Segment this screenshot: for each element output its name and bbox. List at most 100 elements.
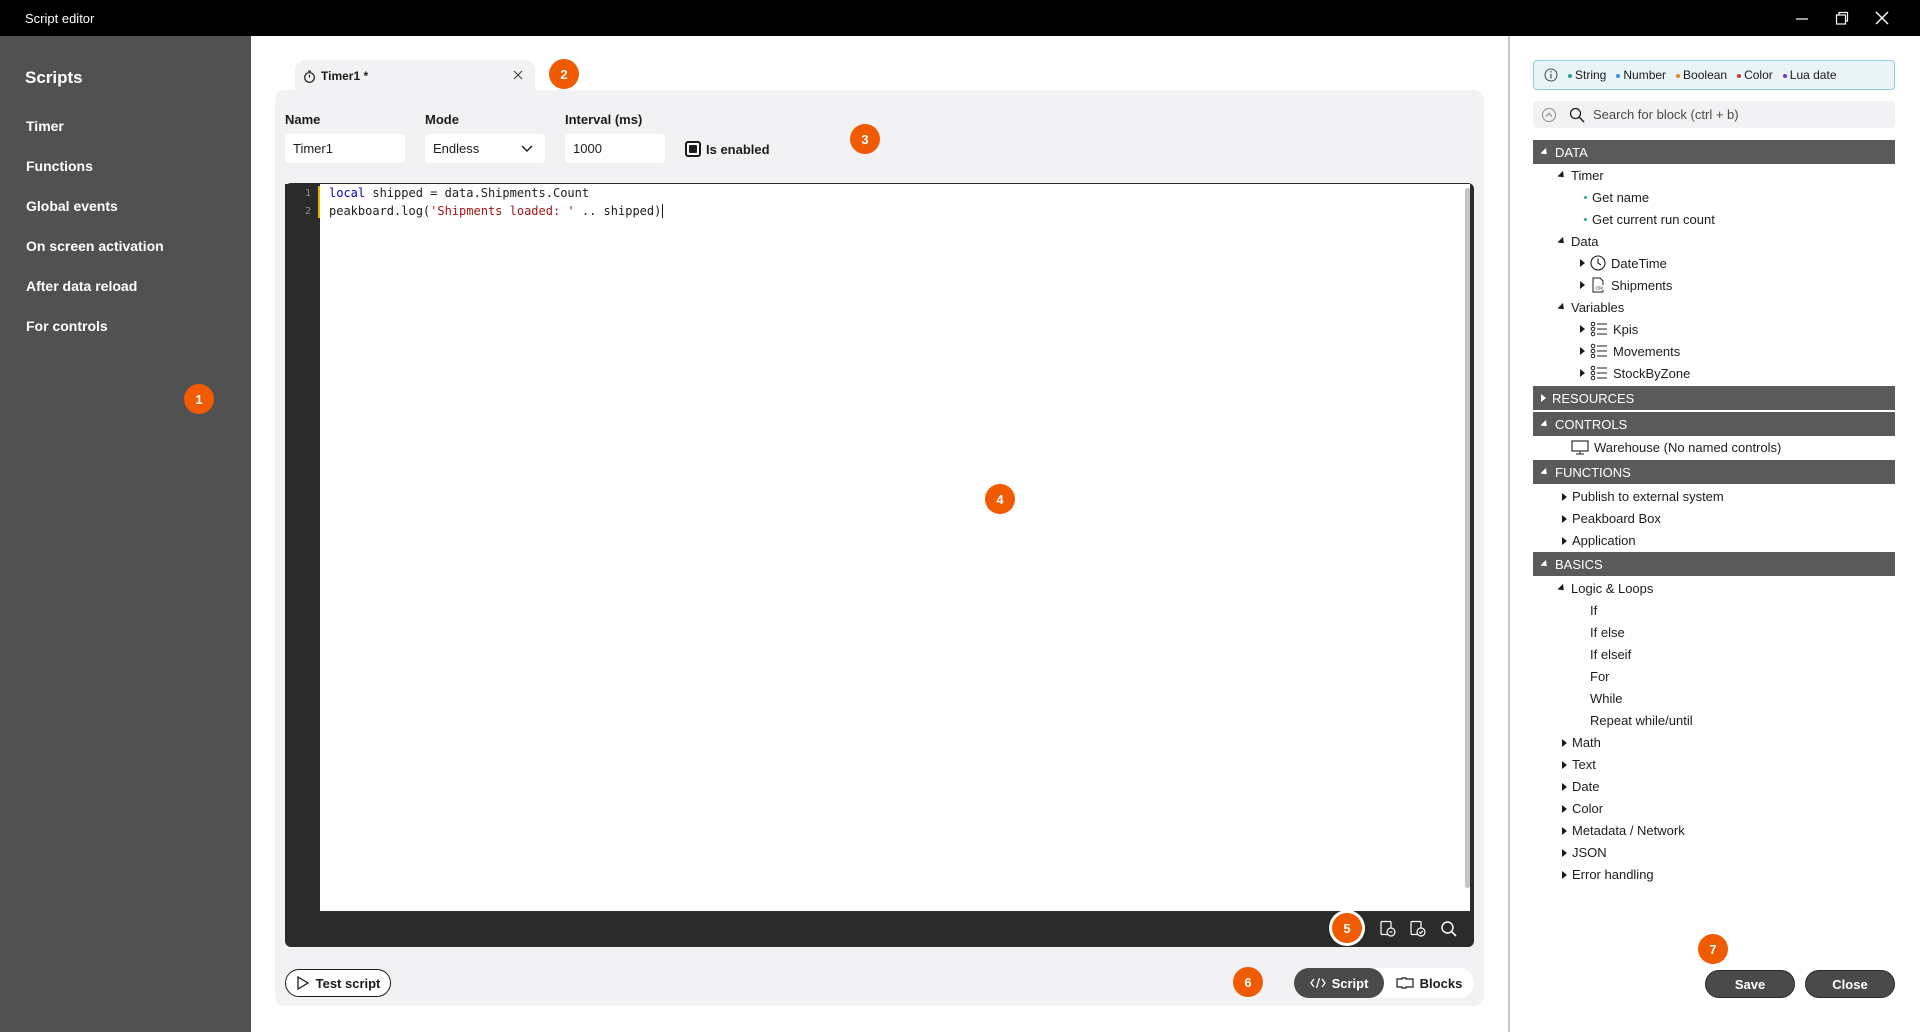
tree-node-color[interactable]: Color: [1562, 801, 1603, 816]
section-resources[interactable]: RESOURCES: [1533, 386, 1895, 410]
tree-node-text[interactable]: Text: [1562, 757, 1596, 772]
marker-1: 1: [184, 384, 214, 414]
tree-block-if-elseif[interactable]: If elseif: [1590, 647, 1631, 662]
code-token: shipped = data.Shipments.Count: [365, 186, 590, 200]
block-search-input[interactable]: [1593, 107, 1873, 122]
tree-node-json[interactable]: JSON: [1562, 845, 1607, 860]
collapsed-icon: [1562, 804, 1567, 813]
collapsed-icon: [1580, 369, 1585, 377]
tree-node-math[interactable]: Math: [1562, 735, 1601, 750]
sidebar-item-timer[interactable]: Timer: [26, 118, 64, 134]
collapsed-icon: [1562, 826, 1567, 835]
collapsed-icon: [1562, 760, 1567, 769]
code-text-area[interactable]: [320, 184, 1470, 911]
tree-block-get-name[interactable]: Get name: [1584, 190, 1649, 205]
tab-close-button[interactable]: [511, 68, 525, 82]
collapsed-icon: [1562, 782, 1567, 791]
line-number: 1: [305, 188, 312, 199]
code-token: peakboard.log(: [329, 204, 431, 218]
tree-node-peakboard-box[interactable]: Peakboard Box: [1562, 511, 1661, 526]
marker-2: 2: [549, 59, 579, 89]
name-input[interactable]: Timer1: [285, 134, 405, 163]
close-button[interactable]: Close: [1805, 970, 1895, 998]
collapsed-icon: [1580, 325, 1585, 333]
sidebar-item-functions[interactable]: Functions: [26, 158, 93, 174]
tree-block-get-run-count[interactable]: Get current run count: [1584, 212, 1715, 227]
tree-node-movements[interactable]: Movements: [1580, 343, 1680, 359]
tree-block-if[interactable]: If: [1590, 603, 1597, 618]
tree-node-date[interactable]: Date: [1562, 779, 1599, 794]
save-button[interactable]: Save: [1705, 970, 1795, 998]
tree-node-timer[interactable]: Timer: [1557, 168, 1604, 183]
block-search: [1533, 101, 1895, 128]
tree-node-variables[interactable]: Variables: [1557, 300, 1624, 315]
editor-search-button[interactable]: [1438, 918, 1460, 940]
section-data[interactable]: DATA: [1533, 140, 1895, 164]
restore-button[interactable]: [1822, 4, 1862, 32]
tree-node-logic-loops[interactable]: Logic & Loops: [1557, 581, 1653, 596]
tree-node-publish[interactable]: Publish to external system: [1562, 489, 1724, 504]
legend-item-string: String: [1564, 68, 1606, 82]
test-script-label: Test script: [315, 975, 381, 991]
uncomment-button[interactable]: [1407, 918, 1429, 940]
tree-node-application[interactable]: Application: [1562, 533, 1636, 548]
document-comment-icon: [1380, 920, 1396, 937]
blocks-view-toggle[interactable]: Blocks: [1384, 968, 1474, 998]
marker-3: 3: [850, 124, 880, 154]
tree-node-kpis[interactable]: Kpis: [1580, 321, 1638, 337]
list-icon: [1590, 365, 1607, 381]
code-line-2[interactable]: peakboard.log('Shipments loaded: ' .. sh…: [329, 204, 664, 218]
marker-7: 7: [1698, 934, 1728, 964]
view-toggle: Script Blocks: [1294, 968, 1474, 998]
code-icon: [1309, 977, 1326, 989]
info-icon: [1544, 68, 1558, 82]
collapsed-icon: [1562, 738, 1567, 747]
tree-block-for[interactable]: For: [1590, 669, 1610, 684]
test-script-button[interactable]: Test script: [285, 969, 391, 997]
sidebar-item-on-screen-activation[interactable]: On screen activation: [26, 238, 164, 254]
sidebar-item-after-data-reload[interactable]: After data reload: [26, 278, 137, 294]
sidebar-item-for-controls[interactable]: For controls: [26, 318, 108, 334]
restore-icon: [1835, 11, 1849, 25]
is-enabled-checkbox[interactable]: [685, 141, 701, 157]
chevron-down-icon: [521, 145, 533, 152]
tree-node-stockbyzone[interactable]: StockByZone: [1580, 365, 1690, 381]
tree-node-error-handling[interactable]: Error handling: [1562, 867, 1654, 882]
mode-value: Endless: [433, 141, 480, 156]
puzzle-icon: [1396, 977, 1414, 989]
expanded-icon: [1557, 236, 1567, 247]
tree-block-while[interactable]: While: [1590, 691, 1623, 706]
mode-select[interactable]: Endless: [425, 134, 545, 163]
section-basics[interactable]: BASICS: [1533, 552, 1895, 576]
tree-node-data[interactable]: Data: [1557, 234, 1598, 249]
editor-scrollbar[interactable]: [1465, 188, 1470, 888]
script-view-toggle[interactable]: Script: [1294, 968, 1384, 998]
scripts-sidebar: Scripts Timer Functions Global events On…: [0, 36, 251, 1032]
interval-label: Interval (ms): [565, 112, 643, 127]
comment-button[interactable]: [1377, 918, 1399, 940]
interval-input[interactable]: 1000: [565, 134, 665, 163]
tree-block-repeat[interactable]: Repeat while/until: [1590, 713, 1693, 728]
sidebar-item-global-events[interactable]: Global events: [26, 198, 118, 214]
section-controls[interactable]: CONTROLS: [1533, 412, 1895, 436]
minimize-button[interactable]: [1782, 4, 1822, 32]
list-icon: [1590, 321, 1607, 337]
tree-node-datetime[interactable]: DateTime: [1580, 255, 1667, 271]
section-functions[interactable]: FUNCTIONS: [1533, 460, 1895, 484]
collapse-all-icon[interactable]: [1541, 107, 1557, 123]
tree-node-shipments[interactable]: csv Shipments: [1580, 277, 1672, 293]
tree-node-warehouse[interactable]: Warehouse (No named controls): [1571, 440, 1781, 455]
is-enabled-label: Is enabled: [706, 142, 770, 157]
window-close-button[interactable]: [1862, 4, 1902, 32]
legend-item-number: Number: [1612, 68, 1666, 82]
code-line-1[interactable]: local shipped = data.Shipments.Count: [329, 186, 589, 200]
marker-6: 6: [1233, 967, 1263, 997]
tree-block-if-else[interactable]: If else: [1590, 625, 1625, 640]
keyword-token: local: [329, 186, 366, 200]
change-marker: [318, 186, 320, 218]
sidebar-heading: Scripts: [25, 68, 83, 87]
marker-5: 5: [1332, 913, 1362, 943]
tree-node-metadata[interactable]: Metadata / Network: [1562, 823, 1685, 838]
tab-timer1[interactable]: Timer1 *: [295, 60, 535, 92]
collapsed-icon: [1580, 259, 1585, 267]
